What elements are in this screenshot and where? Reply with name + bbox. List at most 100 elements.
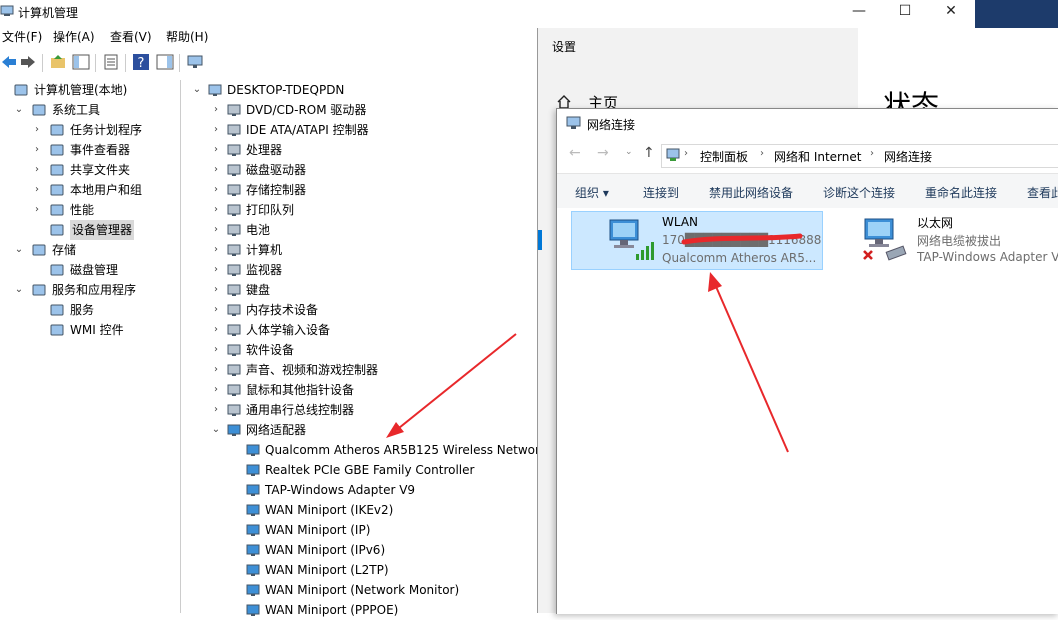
chevron-right-icon[interactable]: › [211,160,221,180]
device-category[interactable]: › 鼠标和其他指针设备 [184,380,540,400]
chevron-right-icon[interactable]: › [211,300,221,320]
chevron-right-icon[interactable]: › [211,340,221,360]
chevron-right-icon[interactable]: › [211,140,221,160]
console-tree-item[interactable]: › 事件查看器 [0,140,178,160]
breadcrumb-network-internet[interactable]: 网络和 Internet [774,148,861,165]
wlan-adapter-name: Qualcomm Atheros AR5... [662,251,817,265]
chevron-right-icon[interactable]: › [211,320,221,340]
close-button[interactable]: ✕ [928,0,974,24]
action-pane-icon[interactable] [156,53,174,71]
chevron-right-icon[interactable]: › [211,260,221,280]
chevron-right-icon[interactable]: › [211,280,221,300]
device-category[interactable]: › 声音、视频和游戏控制器 [184,360,540,380]
device-tree-label: IDE ATA/ATAPI 控制器 [246,123,369,137]
console-tree-item[interactable]: ⌄ 系统工具 [0,100,178,120]
chevron-right-icon[interactable]: › [211,400,221,420]
chevron-down-icon[interactable]: ⌄ [14,100,24,120]
up-folder-icon[interactable] [49,53,67,71]
chevron-right-icon[interactable]: › [211,120,221,140]
chevron-right-icon[interactable]: › [211,240,221,260]
disable-device-button[interactable]: 禁用此网络设备 [709,184,793,201]
network-adapter-item[interactable]: WAN Miniport (PPPOE) [184,600,540,620]
console-tree-item[interactable]: ⌄ 存储 [0,240,178,260]
show-tree-icon[interactable] [72,53,90,71]
chevron-down-icon[interactable]: ⌄ [14,240,24,260]
console-tree-item[interactable]: ⌄ 服务和应用程序 [0,280,178,300]
console-tree-item[interactable]: › 本地用户和组 [0,180,178,200]
chevron-down-icon[interactable]: ⌄ [192,80,202,100]
network-adapter-item[interactable]: Realtek PCIe GBE Family Controller [184,460,540,480]
device-category[interactable]: › 键盘 [184,280,540,300]
network-adapter-item[interactable]: Qualcomm Atheros AR5B125 Wireless Networ… [184,440,540,460]
maximize-button[interactable]: ☐ [882,0,928,24]
device-category[interactable]: ⌄ 网络适配器 [184,420,540,440]
help-icon[interactable]: ? [132,53,150,71]
device-category[interactable]: › 打印队列 [184,200,540,220]
device-category[interactable]: › 软件设备 [184,340,540,360]
wlan-connection[interactable]: WLAN 170█████████1116888 Qualcomm Athero… [571,211,823,270]
view-status-button[interactable]: 查看此 [1027,184,1058,201]
chevron-right-icon[interactable]: › [211,200,221,220]
chevron-right-icon[interactable]: › [32,200,42,220]
properties-icon[interactable] [102,53,120,71]
console-tree-item[interactable]: 磁盘管理 [0,260,178,280]
menu-file[interactable]: 文件(F) [2,28,42,45]
network-adapter-item[interactable]: WAN Miniport (IPv6) [184,540,540,560]
forward-button[interactable]: → [597,145,609,161]
back-icon[interactable] [0,53,18,71]
device-category[interactable]: › 内存技术设备 [184,300,540,320]
back-button[interactable]: ← [569,145,581,161]
console-tree-item[interactable]: 计算机管理(本地) [0,80,178,100]
console-tree-item[interactable]: WMI 控件 [0,320,178,340]
forward-icon[interactable] [19,53,37,71]
chevron-right-icon[interactable]: › [211,360,221,380]
device-category[interactable]: › 人体学输入设备 [184,320,540,340]
organize-button[interactable]: 组织 ▾ [575,184,609,201]
monitor-icon[interactable] [186,53,204,71]
ethernet-connection[interactable]: 以太网 网络电缆被拔出 TAP-Windows Adapter V [857,211,1058,268]
chevron-right-icon[interactable]: › [32,120,42,140]
device-category-icon [227,284,241,296]
device-category[interactable]: › 处理器 [184,140,540,160]
menu-view[interactable]: 查看(V) [110,28,152,45]
breadcrumb-network-connections[interactable]: 网络连接 [884,148,932,165]
address-box[interactable]: › 控制面板 › 网络和 Internet › 网络连接 [661,144,1058,168]
console-tree-item[interactable]: 设备管理器 [0,220,178,240]
network-adapter-item[interactable]: WAN Miniport (IP) [184,520,540,540]
breadcrumb-control-panel[interactable]: 控制面板 [700,148,748,165]
chevron-right-icon[interactable]: › [211,180,221,200]
network-adapter-item[interactable]: WAN Miniport (L2TP) [184,560,540,580]
device-category[interactable]: › 监视器 [184,260,540,280]
chevron-right-icon[interactable]: › [32,140,42,160]
device-category[interactable]: › 通用串行总线控制器 [184,400,540,420]
console-tree-item[interactable]: 服务 [0,300,178,320]
network-adapter-item[interactable]: TAP-Windows Adapter V9 [184,480,540,500]
device-category[interactable]: › 存储控制器 [184,180,540,200]
console-tree-item[interactable]: › 任务计划程序 [0,120,178,140]
chevron-right-icon[interactable]: › [32,180,42,200]
device-category[interactable]: › 磁盘驱动器 [184,160,540,180]
device-category[interactable]: › 电池 [184,220,540,240]
rename-button[interactable]: 重命名此连接 [925,184,997,201]
chevron-down-icon[interactable]: ⌄ [14,280,24,300]
chevron-right-icon[interactable]: › [211,380,221,400]
chevron-right-icon[interactable]: › [211,220,221,240]
chevron-right-icon[interactable]: › [32,160,42,180]
up-button[interactable]: ↑ [643,145,655,161]
menu-action[interactable]: 操作(A) [53,28,95,45]
network-adapter-item[interactable]: WAN Miniport (IKEv2) [184,500,540,520]
chevron-down-icon[interactable]: ⌄ [211,420,221,440]
network-adapter-item[interactable]: WAN Miniport (Network Monitor) [184,580,540,600]
chevron-right-icon[interactable]: › [211,100,221,120]
device-category[interactable]: › DVD/CD-ROM 驱动器 [184,100,540,120]
console-tree-item[interactable]: › 共享文件夹 [0,160,178,180]
diagnose-button[interactable]: 诊断这个连接 [823,184,895,201]
recent-dropdown[interactable]: ⌄ [625,147,633,157]
console-tree-item[interactable]: › 性能 [0,200,178,220]
connect-to-button[interactable]: 连接到 [643,184,679,201]
menu-help[interactable]: 帮助(H) [166,28,208,45]
minimize-button[interactable]: — [836,0,882,24]
device-tree-root[interactable]: ⌄ DESKTOP-TDEQPDN [184,80,540,100]
device-category[interactable]: › IDE ATA/ATAPI 控制器 [184,120,540,140]
device-category[interactable]: › 计算机 [184,240,540,260]
